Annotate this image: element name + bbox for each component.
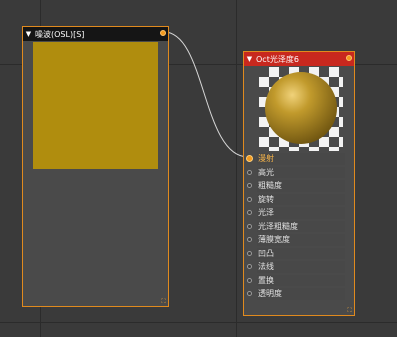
param-row[interactable]: 光泽	[244, 206, 354, 220]
input-pin-icon[interactable]	[247, 223, 252, 229]
connected-input-pin-icon[interactable]	[246, 155, 253, 162]
param-row[interactable]: 旋转	[244, 193, 354, 207]
noise-node-header[interactable]: ▼ 噪波(OSL)[S]	[23, 27, 168, 41]
material-node-title: Oct光泽度6	[256, 54, 299, 64]
collapse-arrow-icon[interactable]: ▼	[24, 30, 33, 38]
param-row[interactable]: 薄膜宽度	[244, 233, 354, 247]
input-pin-icon[interactable]	[247, 210, 252, 215]
input-pin-icon[interactable]	[247, 250, 252, 256]
resize-handle-icon[interactable]: ⛶	[160, 298, 167, 305]
grid-line	[236, 0, 237, 337]
glossy-material-node[interactable]: ▼ Oct光泽度6 漫射 高光 粗糙度 旋转 光泽 光泽粗糙度 薄膜宽度 凹凸 法线 置换 透明度 …	[243, 51, 355, 316]
param-row[interactable]: 粗糙度	[244, 179, 354, 193]
param-row[interactable]: 漫射	[244, 152, 354, 166]
noise-output-port[interactable]	[160, 30, 166, 36]
param-label: 漫射	[258, 154, 274, 163]
input-pin-icon[interactable]	[247, 183, 252, 188]
param-label: 薄膜宽度	[258, 235, 290, 244]
param-label: 高光	[258, 167, 274, 177]
noise-node-title: 噪波(OSL)[S]	[35, 29, 85, 39]
material-output-port[interactable]	[346, 55, 352, 61]
param-label: 光泽	[258, 208, 274, 217]
param-row[interactable]: 高光	[244, 166, 354, 180]
collapse-arrow-icon[interactable]: ▼	[245, 55, 254, 63]
param-label: 法线	[258, 262, 274, 271]
param-label: 粗糙度	[258, 181, 282, 190]
param-label: 透明度	[258, 289, 282, 298]
param-label: 旋转	[258, 194, 274, 204]
material-param-list: 漫射高光粗糙度旋转光泽光泽粗糙度薄膜宽度凹凸法线置换透明度	[244, 152, 354, 301]
resize-handle-icon[interactable]: ⛶	[346, 307, 353, 314]
input-pin-icon[interactable]	[247, 291, 252, 296]
param-label: 凹凸	[258, 248, 274, 258]
param-label: 置换	[258, 275, 274, 285]
input-pin-icon[interactable]	[247, 264, 252, 269]
param-row[interactable]: 置换	[244, 274, 354, 288]
input-pin-icon[interactable]	[247, 169, 252, 175]
material-preview-sphere	[259, 67, 343, 151]
param-row[interactable]: 法线	[244, 260, 354, 274]
param-row[interactable]: 光泽粗糙度	[244, 220, 354, 234]
input-pin-icon[interactable]	[247, 196, 252, 202]
material-node-header[interactable]: ▼ Oct光泽度6	[244, 52, 354, 66]
noise-node[interactable]: ▼ 噪波(OSL)[S] ⛶	[22, 26, 169, 307]
param-label: 光泽粗糙度	[258, 221, 298, 231]
noise-preview-swatch	[33, 42, 158, 169]
param-row[interactable]: 透明度	[244, 287, 354, 301]
input-pin-icon[interactable]	[247, 237, 252, 242]
grid-line	[0, 322, 397, 323]
input-pin-icon[interactable]	[247, 277, 252, 283]
param-row[interactable]: 凹凸	[244, 247, 354, 261]
